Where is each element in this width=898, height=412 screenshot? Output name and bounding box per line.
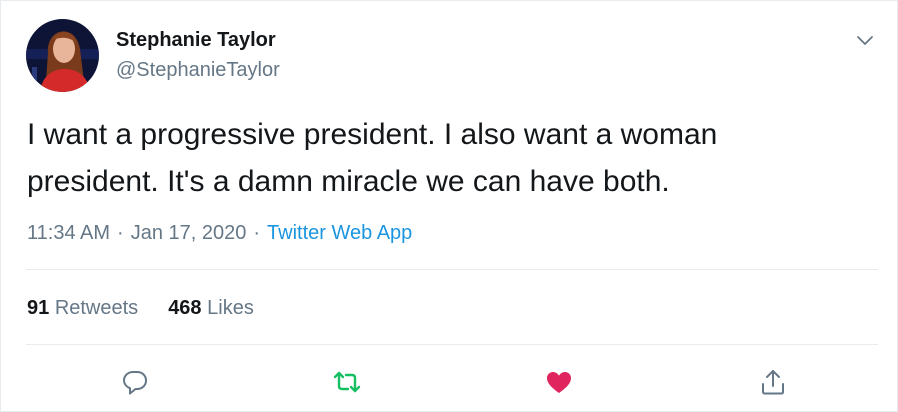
- avatar[interactable]: [26, 19, 99, 92]
- chevron-down-icon[interactable]: [853, 29, 877, 53]
- tweet-stats: 91 Retweets 468 Likes: [27, 294, 284, 322]
- avatar-image: [26, 19, 99, 92]
- meta-separator: ·: [253, 222, 261, 244]
- author-handle[interactable]: @StephanieTaylor: [116, 56, 280, 84]
- heart-icon[interactable]: [544, 367, 574, 397]
- retweets-count: 91: [27, 297, 50, 319]
- tweet-source-link[interactable]: Twitter Web App: [267, 222, 412, 244]
- tweet-date[interactable]: Jan 17, 2020: [131, 222, 247, 244]
- likes-count: 468: [168, 297, 202, 319]
- tweet-time[interactable]: 11:34 AM: [27, 222, 110, 244]
- tweet-meta: 11:34 AM · Jan 17, 2020 · Twitter Web App: [27, 219, 412, 247]
- tweet-card: Stephanie Taylor @StephanieTaylor I want…: [0, 0, 898, 412]
- author-name[interactable]: Stephanie Taylor: [116, 26, 276, 54]
- divider: [26, 344, 878, 345]
- meta-separator: ·: [117, 222, 124, 244]
- tweet-text: I want a progressive president. I also w…: [27, 118, 718, 198]
- divider: [26, 269, 878, 270]
- retweets-stat[interactable]: 91 Retweets: [27, 297, 138, 319]
- share-icon[interactable]: [758, 367, 788, 397]
- likes-label: Likes: [207, 297, 254, 319]
- likes-stat[interactable]: 468 Likes: [168, 297, 254, 319]
- retweet-icon[interactable]: [332, 367, 362, 397]
- reply-icon[interactable]: [120, 367, 150, 397]
- retweets-label: Retweets: [54, 297, 139, 319]
